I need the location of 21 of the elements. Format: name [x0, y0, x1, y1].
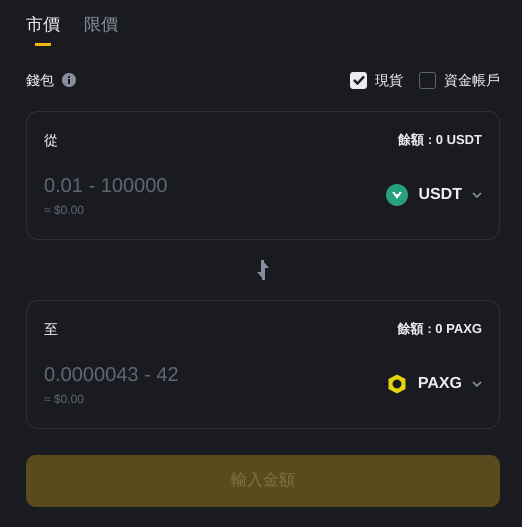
balance-text: 餘額 : 0 PAXG — [398, 320, 482, 338]
info-icon[interactable] — [62, 73, 76, 87]
amount-field[interactable]: 0.0000043 - 42 — [44, 360, 264, 390]
wallet-label: 錢包 — [26, 70, 54, 90]
tab[interactable]: 限價 — [84, 12, 118, 46]
card-label: 從 — [44, 130, 58, 150]
checkbox[interactable] — [419, 72, 436, 88]
coin-selector[interactable]: USDT — [386, 182, 482, 206]
card-label: 至 — [44, 320, 58, 338]
swap-icon[interactable] — [255, 260, 271, 280]
balance-text: 餘額 : 0 USDT — [398, 131, 482, 150]
checkbox-label: 資金帳戶 — [444, 70, 500, 90]
usd-value: ≈ $0.00 — [44, 202, 85, 218]
caret-icon — [472, 192, 482, 198]
ring-icon — [386, 372, 408, 394]
usd-value: ≈ $0.00 — [44, 390, 85, 408]
checkbox-label: 現貨 — [375, 70, 403, 90]
coin-selector[interactable]: PAXG — [386, 372, 482, 396]
caret-icon — [472, 380, 482, 386]
tab[interactable]: 市價 — [26, 12, 60, 46]
amount-field[interactable]: 0.01 - 100000 — [44, 170, 264, 200]
